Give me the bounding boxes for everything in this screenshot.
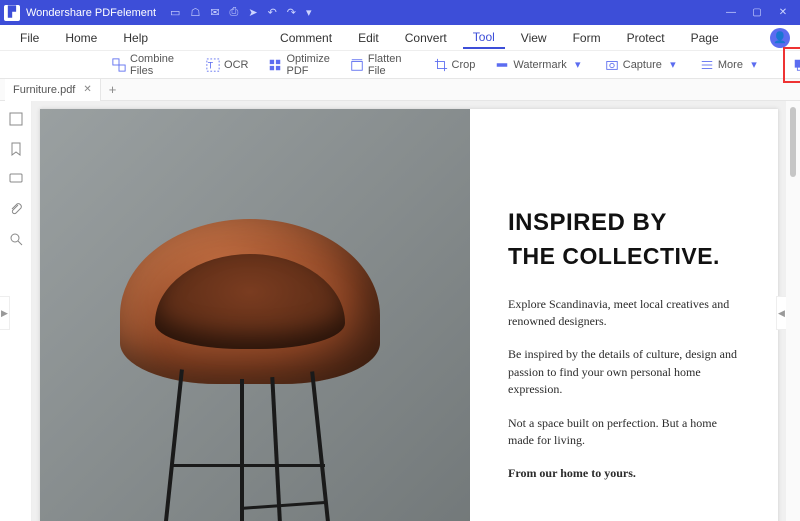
user-avatar-icon[interactable]: 👤 xyxy=(770,28,790,48)
share-icon[interactable]: ➤ xyxy=(248,6,257,19)
menu-form[interactable]: Form xyxy=(563,28,611,48)
open-icon[interactable]: ▭ xyxy=(170,6,180,19)
vertical-scrollbar[interactable] xyxy=(786,101,800,521)
chevron-down-icon: ▾ xyxy=(747,58,761,72)
tab-furniture[interactable]: Furniture.pdf ✕ xyxy=(5,79,101,101)
save-icon[interactable]: ☖ xyxy=(190,6,200,19)
document-tabs: Furniture.pdf ✕ + xyxy=(0,79,800,101)
watermark-icon xyxy=(495,58,509,72)
menu-convert[interactable]: Convert xyxy=(395,28,457,48)
collapse-right-handle[interactable]: ◀ xyxy=(776,296,786,330)
add-tab-button[interactable]: + xyxy=(101,82,125,97)
ocr-button[interactable]: T OCR xyxy=(202,56,252,74)
menu-view[interactable]: View xyxy=(511,28,557,48)
tab-label: Furniture.pdf xyxy=(13,84,75,96)
chair-photo xyxy=(40,109,470,521)
scroll-thumb[interactable] xyxy=(790,107,796,177)
print-icon[interactable]: ⎙ xyxy=(230,6,239,19)
menu-page[interactable]: Page xyxy=(681,28,729,48)
crop-label: Crop xyxy=(452,59,476,71)
tool-ribbon: Combine Files T OCR Optimize PDF Flatten… xyxy=(0,51,800,79)
capture-icon xyxy=(605,58,619,72)
headline-2: THE COLLECTIVE. xyxy=(508,243,740,270)
flatten-button[interactable]: Flatten File xyxy=(346,51,406,79)
batch-icon xyxy=(793,58,800,72)
close-button[interactable]: ✕ xyxy=(770,0,796,25)
bookmark-icon[interactable] xyxy=(8,141,24,157)
menu-file[interactable]: File xyxy=(10,28,49,48)
chevron-down-icon: ▾ xyxy=(571,58,585,72)
chevron-down-icon: ▾ xyxy=(666,58,680,72)
batch-process-button[interactable]: Batch Process xyxy=(789,51,800,79)
menu-help[interactable]: Help xyxy=(113,28,158,48)
ocr-icon: T xyxy=(206,58,220,72)
quick-access-toolbar: ▭ ☖ ✉ ⎙ ➤ ↶ ↷ ▾ xyxy=(170,6,312,19)
menu-bar: File Home Help Comment Edit Convert Tool… xyxy=(0,25,800,51)
optimize-button[interactable]: Optimize PDF xyxy=(264,51,333,79)
body-p4: From our home to yours. xyxy=(508,465,740,482)
redo-icon[interactable]: ↷ xyxy=(287,6,296,19)
thumbnails-icon[interactable] xyxy=(8,111,24,127)
search-panel-icon[interactable] xyxy=(8,231,24,247)
menu-comment[interactable]: Comment xyxy=(270,28,342,48)
maximize-button[interactable]: ▢ xyxy=(744,0,770,25)
undo-icon[interactable]: ↶ xyxy=(268,6,277,19)
app-logo-icon: ▛ xyxy=(4,5,20,21)
app-title: Wondershare PDFelement xyxy=(26,7,156,19)
more-label: More xyxy=(718,59,743,71)
collapse-left-handle[interactable]: ▶ xyxy=(0,296,10,330)
headline-1: INSPIRED BY xyxy=(508,209,740,237)
minimize-button[interactable]: — xyxy=(718,0,744,25)
work-area: ▶ INSPIRED BY THE COLLECTIVE. Explore Sc… xyxy=(0,101,800,521)
menu-tool[interactable]: Tool xyxy=(463,27,505,49)
body-p1: Explore Scandinavia, meet local creative… xyxy=(508,296,740,331)
combine-icon xyxy=(112,58,126,72)
combine-files-button[interactable]: Combine Files xyxy=(108,51,178,79)
comment-panel-icon[interactable] xyxy=(8,171,24,187)
menu-edit[interactable]: Edit xyxy=(348,28,389,48)
qat-more-icon[interactable]: ▾ xyxy=(306,6,312,19)
document-canvas[interactable]: INSPIRED BY THE COLLECTIVE. Explore Scan… xyxy=(32,101,786,521)
ocr-label: OCR xyxy=(224,59,248,71)
close-tab-icon[interactable]: ✕ xyxy=(83,84,91,95)
watermark-button[interactable]: Watermark ▾ xyxy=(491,56,588,74)
more-lines-icon xyxy=(700,58,714,72)
flatten-icon xyxy=(350,58,364,72)
capture-button[interactable]: Capture ▾ xyxy=(601,56,684,74)
mail-icon[interactable]: ✉ xyxy=(210,6,219,19)
crop-icon xyxy=(434,58,448,72)
pdf-page: INSPIRED BY THE COLLECTIVE. Explore Scan… xyxy=(40,109,778,521)
page-text-column: INSPIRED BY THE COLLECTIVE. Explore Scan… xyxy=(470,109,778,521)
svg-text:T: T xyxy=(208,60,214,70)
optimize-icon xyxy=(268,58,282,72)
watermark-label: Watermark xyxy=(513,59,566,71)
combine-label: Combine Files xyxy=(130,53,174,77)
optimize-label: Optimize PDF xyxy=(286,53,329,77)
crop-button[interactable]: Crop xyxy=(430,56,480,74)
menu-home[interactable]: Home xyxy=(55,28,107,48)
body-p3: Not a space built on perfection. But a h… xyxy=(508,415,740,450)
body-p2: Be inspired by the details of culture, d… xyxy=(508,346,740,398)
flatten-label: Flatten File xyxy=(368,53,402,77)
menu-protect[interactable]: Protect xyxy=(617,28,675,48)
more-button[interactable]: More ▾ xyxy=(696,56,765,74)
title-bar: ▛ Wondershare PDFelement ▭ ☖ ✉ ⎙ ➤ ↶ ↷ ▾… xyxy=(0,0,800,25)
capture-label: Capture xyxy=(623,59,662,71)
attachment-icon[interactable] xyxy=(8,201,24,217)
